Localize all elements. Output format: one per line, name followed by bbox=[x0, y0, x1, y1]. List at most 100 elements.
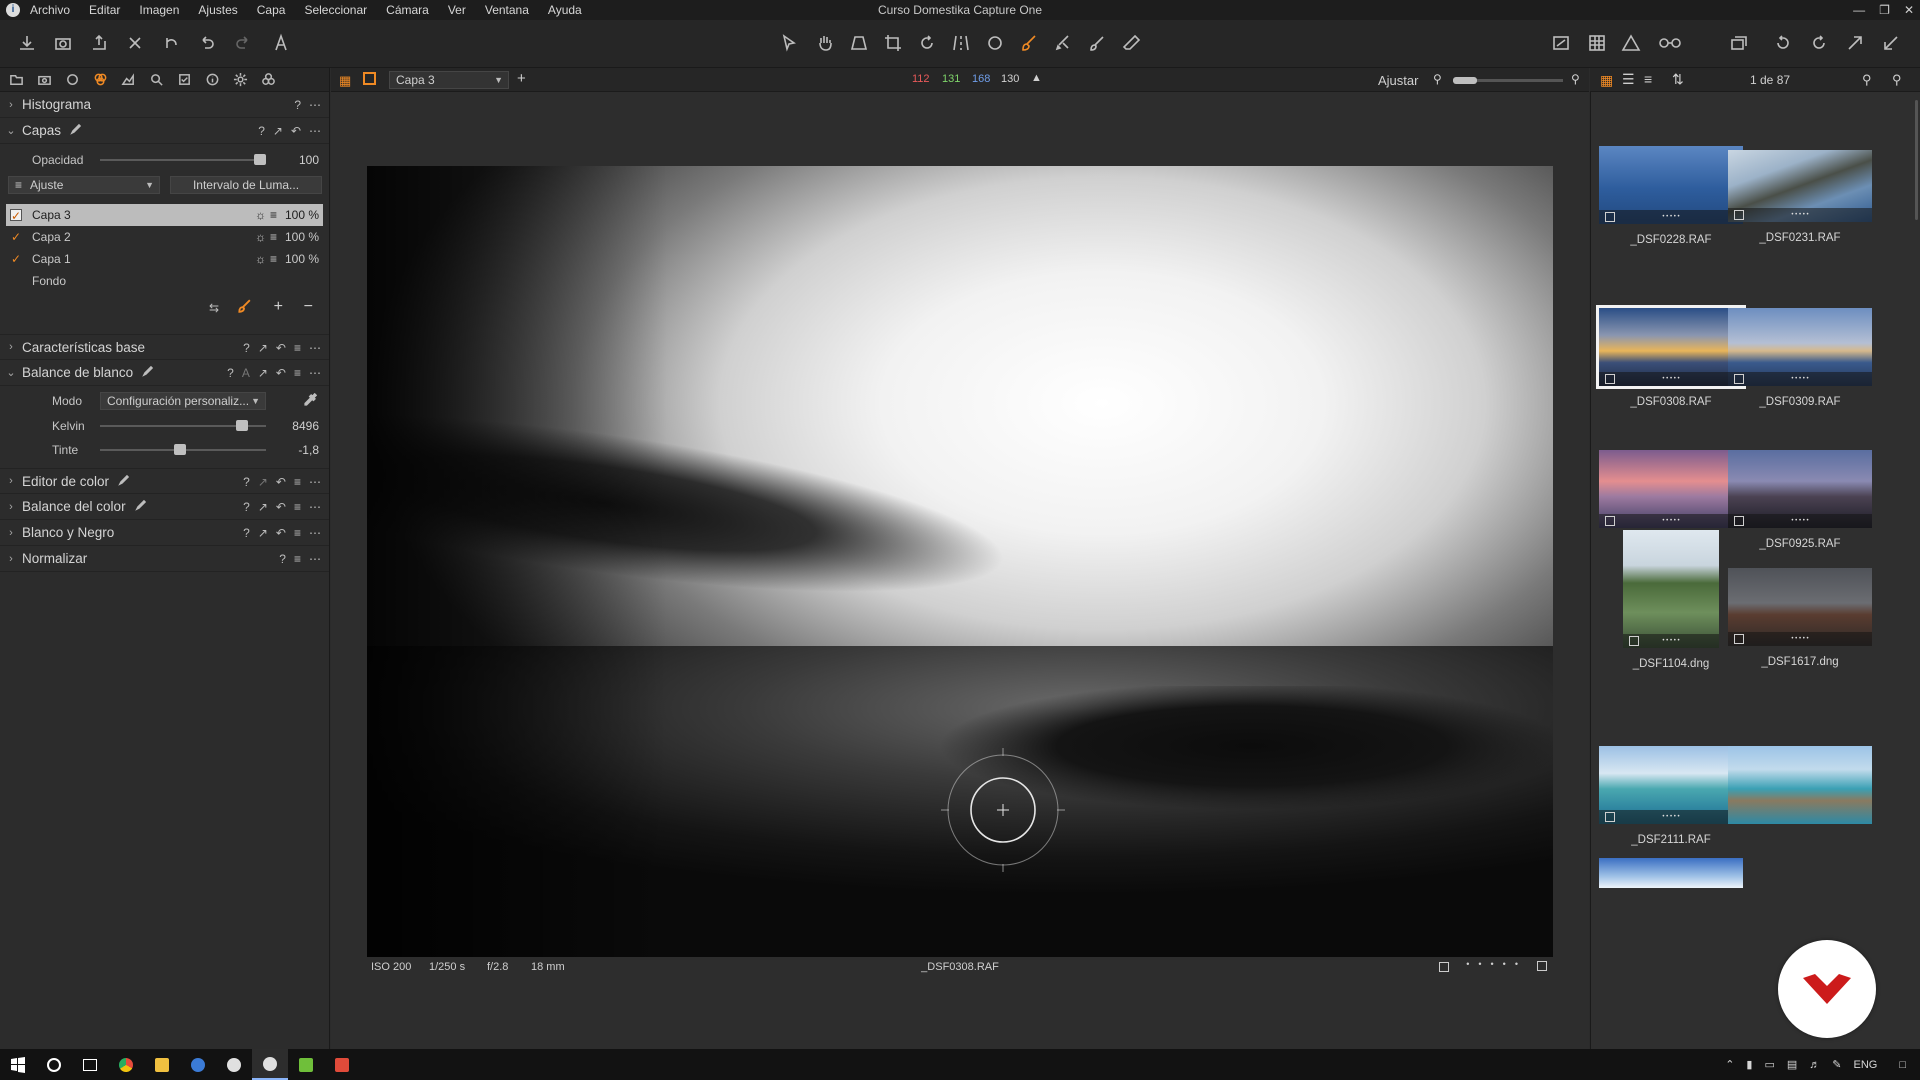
presets-icon[interactable]: ≡ bbox=[294, 475, 301, 489]
thumbnail-checkbox[interactable] bbox=[1605, 212, 1615, 222]
detail-view-icon[interactable]: ≡ bbox=[1644, 71, 1652, 87]
white-balance-header[interactable]: ⌄ Balance de blanco ? A ↗ ↶ ≡ ⋯ bbox=[0, 360, 329, 386]
capture-one-logo-icon[interactable]: i bbox=[6, 3, 20, 17]
hand-tool-icon[interactable] bbox=[812, 30, 838, 56]
reset-section-icon[interactable]: ↶ bbox=[276, 366, 286, 380]
histogram-section-header[interactable]: › Histograma ? ⋯ bbox=[0, 92, 329, 118]
presets-icon[interactable]: ≡ bbox=[294, 366, 301, 380]
capture-one-active-icon[interactable] bbox=[252, 1049, 288, 1080]
apply-arrow-icon[interactable] bbox=[1878, 30, 1904, 56]
fit-label[interactable]: Ajustar bbox=[1378, 73, 1418, 88]
volume-icon[interactable]: ♬ bbox=[1809, 1059, 1820, 1071]
export-icon[interactable] bbox=[86, 30, 112, 56]
crop-icon[interactable] bbox=[880, 30, 906, 56]
presets-icon[interactable]: ≡ bbox=[294, 526, 301, 540]
normalize-header[interactable]: › Normalizar ? ≡ ⋯ bbox=[0, 546, 329, 572]
color-tag-icon[interactable] bbox=[1537, 961, 1547, 971]
menu-capa[interactable]: Capa bbox=[257, 3, 286, 17]
add-layer-plus-icon[interactable]: + bbox=[517, 70, 526, 87]
thumbnail-checkbox[interactable] bbox=[1605, 812, 1615, 822]
opacity-slider-knob[interactable] bbox=[254, 154, 266, 165]
language-indicator[interactable]: ENG bbox=[1854, 1059, 1878, 1071]
rotate-right-icon[interactable] bbox=[1806, 30, 1832, 56]
adjustments-tab-icon[interactable] bbox=[174, 70, 194, 90]
compare-icon[interactable] bbox=[1548, 30, 1574, 56]
browser-scrollbar[interactable] bbox=[1915, 100, 1918, 220]
layer-row[interactable]: ✓ Capa 3 ☼≡ 100 % bbox=[6, 204, 323, 226]
list-view-icon[interactable]: ☰ bbox=[1622, 71, 1635, 88]
presets-icon[interactable]: ≡ bbox=[294, 500, 301, 514]
copy-settings-icon[interactable]: ↗ bbox=[258, 526, 268, 540]
menu-ayuda[interactable]: Ayuda bbox=[548, 3, 582, 17]
task-view-icon[interactable] bbox=[72, 1049, 108, 1080]
luma-range-button[interactable]: Intervalo de Luma... bbox=[170, 176, 322, 194]
network-icon[interactable]: ▤ bbox=[1787, 1058, 1797, 1071]
color-balance-header[interactable]: › Balance del color ? ↗ ↶ ≡ ⋯ bbox=[0, 494, 329, 520]
zoom-slider[interactable] bbox=[1453, 77, 1563, 84]
zoom-in-icon[interactable]: ⚲ bbox=[1571, 72, 1580, 86]
pen-icon[interactable]: ✎ bbox=[1832, 1058, 1841, 1071]
straighten-icon[interactable] bbox=[948, 30, 974, 56]
thumbnail-image[interactable] bbox=[1599, 858, 1743, 888]
copy-arrow-icon[interactable] bbox=[1842, 30, 1868, 56]
zoom-slider-knob[interactable] bbox=[1453, 77, 1477, 84]
thumbnail-checkbox[interactable] bbox=[1734, 634, 1744, 644]
rotate-icon[interactable] bbox=[914, 30, 940, 56]
reset-section-icon[interactable]: ↶ bbox=[276, 500, 286, 514]
layer-visibility-checkbox[interactable]: ✓ bbox=[10, 253, 22, 265]
help-icon[interactable]: ? bbox=[258, 124, 265, 138]
adjust-dropdown[interactable]: ≡ Ajuste ▼ bbox=[8, 176, 160, 194]
kelvin-slider-knob[interactable] bbox=[235, 420, 248, 431]
opacity-slider[interactable] bbox=[100, 154, 266, 165]
more-icon[interactable]: ⋯ bbox=[309, 475, 321, 489]
battery-icon[interactable]: ▭ bbox=[1764, 1058, 1774, 1071]
layer-select-dropdown[interactable]: Capa 3 ▼ bbox=[389, 71, 509, 89]
close-window-icon[interactable]: ✕ bbox=[1904, 3, 1914, 17]
capture-tab-icon[interactable] bbox=[34, 70, 54, 90]
black-white-header[interactable]: › Blanco y Negro ? ↗ ↶ ≡ ⋯ bbox=[0, 520, 329, 546]
sort-icon[interactable]: ⇅ bbox=[1672, 71, 1684, 88]
windows-start-icon[interactable] bbox=[0, 1049, 36, 1080]
app-green-icon[interactable] bbox=[288, 1049, 324, 1080]
menu-ver[interactable]: Ver bbox=[448, 3, 466, 17]
import-icon[interactable] bbox=[14, 30, 40, 56]
help-icon[interactable]: ? bbox=[243, 475, 250, 489]
details-tab-icon[interactable] bbox=[146, 70, 166, 90]
reset-section-icon[interactable]: ↶ bbox=[276, 341, 286, 355]
eraser-icon[interactable] bbox=[1118, 30, 1144, 56]
brush-mask-icon[interactable] bbox=[237, 299, 251, 316]
keystone-icon[interactable] bbox=[846, 30, 872, 56]
redo-icon[interactable] bbox=[230, 30, 256, 56]
layer-row[interactable]: Fondo bbox=[6, 270, 323, 292]
help-icon[interactable]: ? bbox=[227, 366, 234, 380]
thumbnail-checkbox[interactable] bbox=[1605, 374, 1615, 384]
copy-settings-icon[interactable]: ↗ bbox=[258, 341, 268, 355]
more-icon[interactable]: ⋯ bbox=[309, 526, 321, 540]
more-icon[interactable]: ⋯ bbox=[309, 552, 321, 566]
reset-section-icon[interactable]: ↶ bbox=[276, 526, 286, 540]
reset-icon[interactable] bbox=[158, 30, 184, 56]
single-view-icon[interactable] bbox=[363, 72, 376, 85]
circle-tool-icon[interactable] bbox=[982, 30, 1008, 56]
thumbnail-cell[interactable] bbox=[1726, 716, 1874, 896]
undo-icon[interactable] bbox=[194, 30, 220, 56]
reset-section-icon[interactable]: ↶ bbox=[276, 475, 286, 489]
select-cursor-icon[interactable] bbox=[776, 30, 802, 56]
search-icon[interactable]: ⚲ bbox=[1892, 72, 1902, 88]
main-photo[interactable] bbox=[367, 166, 1553, 957]
more-icon[interactable]: ⋯ bbox=[309, 341, 321, 355]
menu-camara[interactable]: Cámara bbox=[386, 3, 429, 17]
grid-view-icon[interactable]: ▦ bbox=[1600, 72, 1613, 89]
exposure-tab-icon[interactable] bbox=[118, 70, 138, 90]
help-icon[interactable]: ? bbox=[294, 98, 301, 112]
thumbnail-image[interactable] bbox=[1728, 746, 1872, 824]
rotate-left-icon[interactable] bbox=[1770, 30, 1796, 56]
settings-tab-icon[interactable] bbox=[230, 70, 250, 90]
reset-section-icon[interactable]: ↶ bbox=[291, 124, 301, 138]
usb-icon[interactable]: ▮ bbox=[1746, 1058, 1752, 1071]
copy-settings-icon[interactable]: ↗ bbox=[258, 475, 268, 489]
eyedropper-icon[interactable] bbox=[303, 392, 318, 410]
copy-settings-icon[interactable]: ↗ bbox=[258, 366, 268, 380]
remove-layer-icon[interactable]: − bbox=[304, 298, 313, 316]
tint-value[interactable]: -1,8 bbox=[298, 443, 319, 457]
